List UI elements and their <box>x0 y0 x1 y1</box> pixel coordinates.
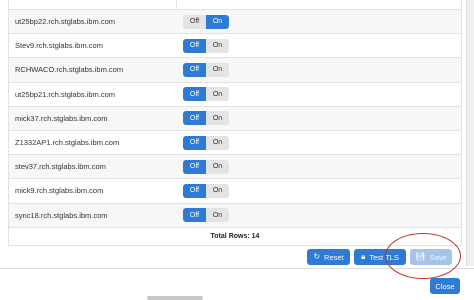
toggle-off-button[interactable]: Off <box>183 183 206 198</box>
toggle-off-button[interactable]: Off <box>183 135 206 150</box>
host-name: ut25bp22.rch.stglabs.ibm.com <box>15 17 116 27</box>
toggle-on-button[interactable]: On <box>206 159 229 174</box>
host-name: Z1332AP1.rch.stglabs.ibm.com <box>15 138 120 148</box>
reset-button[interactable]: ↻ Reset <box>307 249 350 265</box>
table-row: sync18.rch.stglabs.ibm.com Off On <box>9 203 461 228</box>
tls-toggle[interactable]: Off On <box>183 38 229 53</box>
toggle-off-button[interactable]: Off <box>183 208 206 223</box>
toggle-on-button[interactable]: On <box>206 111 229 126</box>
toggle-off-button[interactable]: Off <box>183 62 206 77</box>
toggle-on-button[interactable]: On <box>206 208 229 223</box>
close-label: Close <box>435 281 455 291</box>
vertical-scrollbar[interactable] <box>466 0 474 266</box>
host-name: sync18.rch.stglabs.ibm.com <box>15 210 108 220</box>
reset-icon: ↻ <box>313 252 321 261</box>
table-row: ut25bp22.rch.stglabs.ibm.com Off On <box>9 10 461 35</box>
tls-toggle[interactable]: Off On <box>183 159 229 174</box>
tls-toggle[interactable]: Off On <box>183 14 229 29</box>
lock-icon: 🔒︎ <box>361 252 366 261</box>
highlight-circle <box>385 233 461 279</box>
table-row-partial <box>9 0 461 10</box>
toggle-on-button[interactable]: On <box>206 135 229 150</box>
reset-label: Reset <box>324 252 344 262</box>
tls-toggle[interactable]: Off On <box>183 183 229 198</box>
toggle-off-button[interactable]: Off <box>183 87 206 102</box>
host-name: ut25bp21.rch.stglabs.ibm.com <box>15 89 116 99</box>
host-name: mick9.rch.stglabs.ibm.com <box>15 186 104 196</box>
toggle-off-button[interactable]: Off <box>183 111 206 126</box>
modal-body: ut25bp22.rch.stglabs.ibm.com Off On Stev9.r… <box>0 0 474 300</box>
host-name: mick37.rch.stglabs.ibm.com <box>15 113 108 123</box>
toggle-on-button[interactable]: On <box>206 38 229 53</box>
tls-toggle[interactable]: Off On <box>183 135 229 150</box>
horizontal-scrollbar[interactable] <box>147 296 203 300</box>
toggle-off-button[interactable]: Off <box>183 38 206 53</box>
table-row: ut25bp21.rch.stglabs.ibm.com Off On <box>9 82 461 107</box>
table-row: mick9.rch.stglabs.ibm.com Off On <box>9 179 461 204</box>
toggle-off-button[interactable]: Off <box>183 14 206 29</box>
table-row: stev37.rch.stglabs.ibm.com Off On <box>9 155 461 180</box>
table-row: RCHWACO.rch.stglabs.ibm.com Off On <box>9 58 461 83</box>
host-name: stev37.rch.stglabs.ibm.com <box>15 162 106 172</box>
toggle-on-button[interactable]: On <box>206 62 229 77</box>
table-row: mick37.rch.stglabs.ibm.com Off On <box>9 106 461 131</box>
table-row: Stev9.rch.stglabs.ibm.com Off On <box>9 34 461 59</box>
tls-toggle[interactable]: Off On <box>183 87 229 102</box>
tls-toggle[interactable]: Off On <box>183 111 229 126</box>
tls-toggle[interactable]: Off On <box>183 208 229 223</box>
toggle-on-button[interactable]: On <box>206 183 229 198</box>
table-row: Z1332AP1.rch.stglabs.ibm.com Off On <box>9 130 461 156</box>
host-name: Stev9.rch.stglabs.ibm.com <box>15 41 103 51</box>
host-table: ut25bp22.rch.stglabs.ibm.com Off On Stev9.r… <box>8 0 462 246</box>
tls-toggle[interactable]: Off On <box>183 62 229 77</box>
toggle-on-button[interactable]: On <box>206 14 229 29</box>
toggle-off-button[interactable]: Off <box>183 159 206 174</box>
toggle-on-button[interactable]: On <box>206 87 229 102</box>
host-name: RCHWACO.rch.stglabs.ibm.com <box>15 65 124 75</box>
close-button[interactable]: Close <box>430 278 460 294</box>
